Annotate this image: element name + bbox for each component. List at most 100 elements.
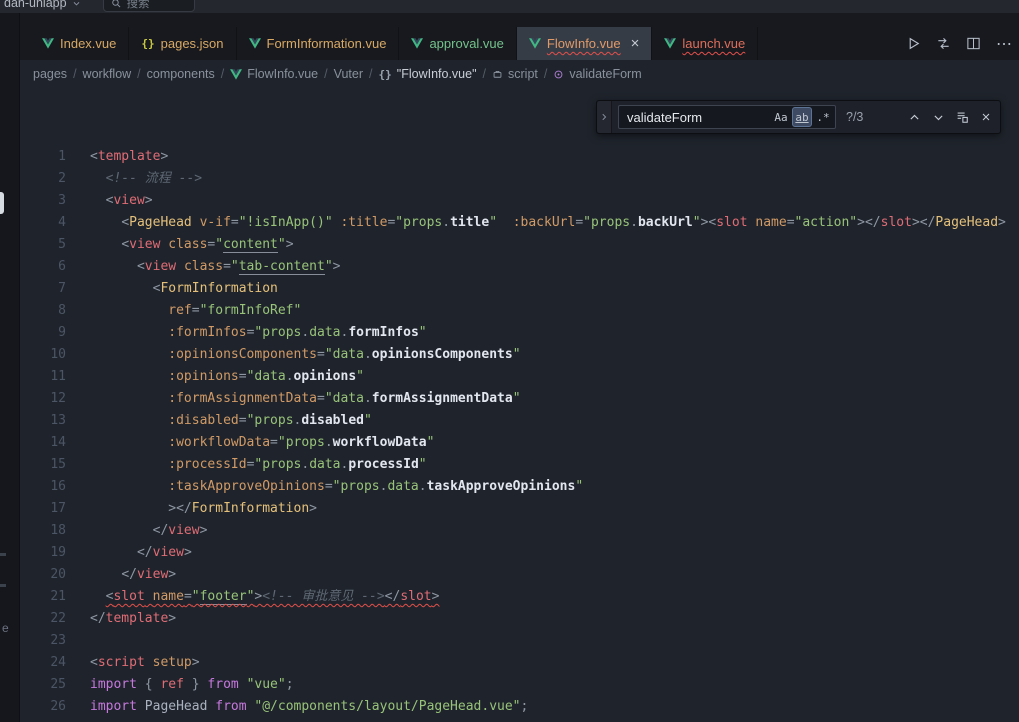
line-number: 7 [20,278,66,300]
breadcrumb-item-validateForm[interactable]: validateForm [553,67,641,81]
code-line-content: <!-- 流程 --> [90,168,202,190]
code-line-content: </template> [90,608,176,630]
breadcrumb-label: workflow [83,67,132,81]
code-line-content: ref="formInfoRef" [90,300,301,322]
line-number: 1 [20,146,66,168]
toggle-replace-button[interactable] [597,101,612,133]
activity-mark [0,553,6,556]
active-view-indicator [0,192,4,214]
breadcrumb-item-FlowInfo.vue[interactable]: {}"FlowInfo.vue" [379,67,477,81]
open-changes-button[interactable] [936,36,951,51]
code-line-content: :formInfos="props.data.formInfos" [90,322,427,344]
code-line[interactable]: 6 <view class="tab-content"> [20,256,1019,278]
breadcrumb-item-pages[interactable]: pages [33,67,67,81]
code-line[interactable]: 10 :opinionsComponents="data.opinionsCom… [20,344,1019,366]
code-line-content: :taskApproveOpinions="props.data.taskApp… [90,476,583,498]
tab-Index.vue[interactable]: Index.vue [30,27,129,60]
code-editor[interactable]: validateForm Aa ab .* ?/3 [20,88,1019,722]
code-line[interactable]: 12 :formAssignmentData="data.formAssignm… [20,388,1019,410]
tab-launch.vue[interactable]: launch.vue [652,27,758,60]
breadcrumb-label: Vuter [334,67,363,81]
code-line[interactable]: 8 ref="formInfoRef" [20,300,1019,322]
code-line[interactable]: 24<script setup> [20,652,1019,674]
breadcrumb-item-components[interactable]: components [147,67,215,81]
code-line[interactable]: 9 :formInfos="props.data.formInfos" [20,322,1019,344]
tab-FormInformation.vue[interactable]: FormInformation.vue [237,27,400,60]
close-tab-icon[interactable]: × [631,36,640,51]
code-line-content: :workflowData="props.workflowData" [90,432,434,454]
code-line[interactable]: 25import { ref } from "vue"; [20,674,1019,696]
split-editor-button[interactable] [966,36,981,51]
match-case-button[interactable]: Aa [771,107,791,127]
code-line[interactable]: 1<template> [20,146,1019,168]
breadcrumb-item-workflow[interactable]: workflow [83,67,132,81]
find-in-selection-button[interactable] [952,107,972,127]
line-number: 24 [20,652,66,674]
close-find-button[interactable] [976,107,996,127]
line-number: 10 [20,344,66,366]
split-editor-icon [966,36,981,51]
search-icon [111,0,122,9]
previous-match-button[interactable] [904,107,924,127]
breadcrumb-item-Vuter[interactable]: Vuter [334,67,363,81]
line-number: 12 [20,388,66,410]
method-symbol-icon [553,69,564,80]
editor-actions: ⋯ [906,27,1019,60]
line-number: 15 [20,454,66,476]
tab-label: pages.json [161,36,224,51]
code-line[interactable]: 17 ></FormInformation> [20,498,1019,520]
code-line[interactable]: 19 </view> [20,542,1019,564]
line-number: 8 [20,300,66,322]
code-line[interactable]: 14 :workflowData="props.workflowData" [20,432,1019,454]
vue-logo-icon [230,69,242,80]
code-line[interactable]: 2 <!-- 流程 --> [20,168,1019,190]
code-line[interactable]: 20 </view> [20,564,1019,586]
code-line[interactable]: 16 :taskApproveOpinions="props.data.task… [20,476,1019,498]
next-match-button[interactable] [928,107,948,127]
code-line[interactable]: 15 :processId="props.data.processId" [20,454,1019,476]
tab-label: approval.vue [429,36,503,51]
code-line[interactable]: 11 :opinions="data.opinions" [20,366,1019,388]
line-number: 3 [20,190,66,212]
tab-FlowInfo.vue[interactable]: FlowInfo.vue × [517,27,652,60]
run-button[interactable] [906,36,921,51]
code-line[interactable]: 4 <PageHead v-if="!isInApp()" :title="pr… [20,212,1019,234]
more-actions-button[interactable]: ⋯ [996,34,1013,54]
code-line[interactable]: 21 <slot name="footer"><!-- 审批意见 --></sl… [20,586,1019,608]
breadcrumb-separator: / [369,67,372,81]
tab-label: Index.vue [60,36,116,51]
line-number: 21 [20,586,66,608]
breadcrumb-item-FlowInfo.vue[interactable]: FlowInfo.vue [230,67,318,81]
code-line-content: :processId="props.data.processId" [90,454,427,476]
activity-bar[interactable]: e [0,13,20,722]
find-input[interactable]: validateForm Aa ab .* [618,105,836,129]
find-query: validateForm [627,110,770,125]
breadcrumb-item-script[interactable]: script [492,67,538,81]
tab-pages.json[interactable]: {}pages.json [129,27,236,60]
find-in-selection-icon [955,110,969,124]
code-line-content: import PageHead from "@/components/layou… [90,696,528,718]
code-line[interactable]: 23 [20,630,1019,652]
tab-approval.vue[interactable]: approval.vue [399,27,516,60]
line-number: 5 [20,234,66,256]
code-line[interactable]: 3 <view> [20,190,1019,212]
code-line[interactable]: 7 <FormInformation [20,278,1019,300]
workspace-menu[interactable]: dan-uniapp [0,0,89,10]
code-line[interactable]: 18 </view> [20,520,1019,542]
line-number: 11 [20,366,66,388]
whole-word-button[interactable]: ab [792,107,812,127]
code-line[interactable]: 22</template> [20,608,1019,630]
code-line[interactable]: 5 <view class="content"> [20,234,1019,256]
tab-label: FlowInfo.vue [547,36,621,51]
regex-button[interactable]: .* [813,107,833,127]
global-search-box[interactable]: 搜索 [103,0,195,12]
vscode-window: dan-uniapp 搜索 e Index.vue {}pages.jsonFor… [0,0,1019,722]
code-line-content: :formAssignmentData="data.formAssignment… [90,388,521,410]
code-line-content: :opinionsComponents="data.opinionsCompon… [90,344,521,366]
code-line[interactable]: 26import PageHead from "@/components/lay… [20,696,1019,718]
code-line[interactable]: 13 :disabled="props.disabled" [20,410,1019,432]
line-number: 9 [20,322,66,344]
code-line-content: </view> [90,564,176,586]
breadcrumb-separator: / [324,67,327,81]
code-line-content: :disabled="props.disabled" [90,410,372,432]
